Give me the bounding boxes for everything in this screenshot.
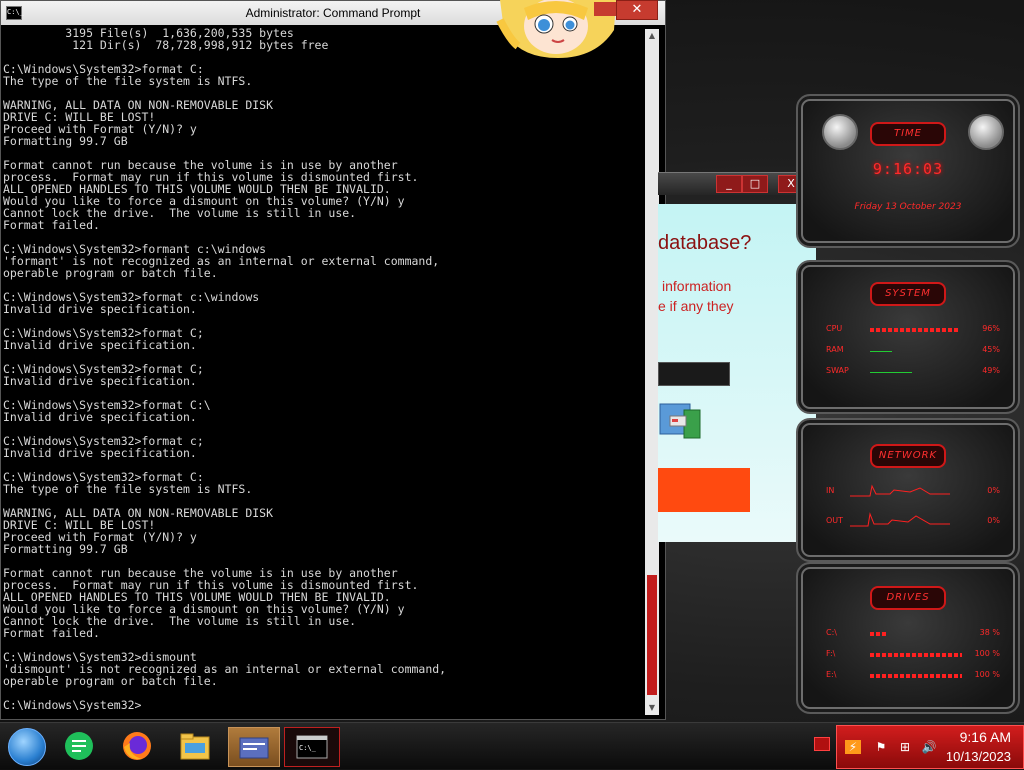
database-icon bbox=[658, 400, 702, 440]
start-button[interactable] bbox=[8, 728, 46, 766]
cmd-output-line: Formatting 99.7 GB bbox=[3, 542, 128, 556]
cmd-output-line: C:\Windows\System32> bbox=[3, 698, 142, 712]
row-value: 49% bbox=[982, 366, 1000, 375]
system-row-ram: RAM 45% bbox=[826, 345, 1000, 357]
row-value: 45% bbox=[982, 345, 1000, 354]
row-label: SWAP bbox=[826, 366, 849, 375]
row-label: E:\ bbox=[826, 670, 837, 679]
background-dialog-titlebar[interactable]: _ □ X bbox=[658, 172, 818, 195]
cmd-output-line: The type of the file system is NTFS. bbox=[3, 74, 253, 88]
cmd-close-button[interactable]: ✕ bbox=[616, 0, 658, 20]
volume-icon[interactable]: 🔊 bbox=[921, 740, 937, 754]
network-widget: NETWORK IN 0% OUT 0% bbox=[796, 418, 1020, 562]
cmd-output-line: operable program or batch file. bbox=[3, 674, 218, 688]
cmd-scrollbar[interactable]: ▲ ▼ bbox=[645, 29, 659, 715]
time-widget: TIME 9:16:03 Friday 13 October 2023 bbox=[796, 94, 1020, 248]
dialog-minimize-button[interactable]: _ bbox=[716, 175, 742, 193]
ram-usage-bar bbox=[870, 351, 892, 352]
row-value: 0% bbox=[987, 486, 1000, 495]
taskbar: C:\_ ⚡ ⚑ ⊞ 🔊 9:16 AM 10/13/2023 bbox=[0, 722, 1024, 769]
dialog-input-field[interactable] bbox=[658, 362, 730, 386]
cmd-output-line: Invalid drive specification. bbox=[3, 338, 197, 352]
row-label: OUT bbox=[826, 516, 844, 525]
drive-row-e: E:\ 100 % bbox=[826, 670, 1000, 682]
action-center-flag-icon[interactable]: ⚑ bbox=[873, 740, 889, 754]
taskbar-clock-time[interactable]: 9:16 AM bbox=[960, 729, 1011, 745]
system-row-cpu: CPU 96% bbox=[826, 324, 1000, 336]
taskbar-firefox-button[interactable] bbox=[118, 727, 156, 765]
folder-icon bbox=[180, 733, 210, 760]
widget-clock: 9:16:03 bbox=[872, 160, 944, 178]
system-row-swap: SWAP 49% bbox=[826, 366, 1000, 378]
cmd-icon: C:\_ bbox=[296, 735, 328, 759]
command-prompt-window[interactable]: C:\_ Administrator: Command Prompt 3195 … bbox=[0, 0, 666, 720]
cmd-output-line: Invalid drive specification. bbox=[3, 374, 197, 388]
network-in-sparkline bbox=[850, 484, 950, 497]
network-out-sparkline bbox=[850, 512, 950, 527]
drive-e-usage-bar bbox=[870, 674, 962, 678]
cmd-output-line: Invalid drive specification. bbox=[3, 410, 197, 424]
cmd-output-line: Format failed. bbox=[3, 218, 100, 232]
row-label: CPU bbox=[826, 324, 843, 333]
scroll-down-arrow-icon[interactable]: ▼ bbox=[645, 701, 659, 715]
network-widget-badge: NETWORK bbox=[870, 444, 946, 468]
taskbar-command-prompt-button[interactable]: C:\_ bbox=[284, 727, 340, 767]
cmd-output-line: Format failed. bbox=[3, 626, 100, 640]
cmd-output-line: operable program or batch file. bbox=[3, 266, 218, 280]
drive-f-usage-bar bbox=[870, 653, 962, 657]
row-value: 38 % bbox=[979, 628, 1000, 637]
dialog-action-button[interactable] bbox=[658, 468, 750, 512]
alien-head-icon bbox=[822, 114, 858, 150]
tray-app-icon[interactable]: ⚡ bbox=[845, 740, 861, 754]
row-value: 100 % bbox=[974, 649, 1000, 658]
time-widget-badge: TIME bbox=[870, 122, 946, 146]
swap-usage-bar bbox=[870, 372, 912, 373]
drives-widget-badge: DRIVES bbox=[870, 586, 946, 610]
system-widget-badge: SYSTEM bbox=[870, 282, 946, 306]
firefox-icon bbox=[123, 732, 151, 760]
cmd-output[interactable]: 3195 File(s) 1,636,200,535 bytes 121 Dir… bbox=[3, 27, 639, 717]
row-label: C:\ bbox=[826, 628, 837, 637]
taskbar-chat-app-button[interactable] bbox=[60, 727, 98, 765]
network-icon[interactable]: ⊞ bbox=[897, 740, 913, 754]
row-value: 96% bbox=[982, 324, 1000, 333]
dialog-heading: database? bbox=[658, 232, 752, 254]
window-app-icon bbox=[239, 737, 269, 759]
anime-character-sticker bbox=[496, 0, 620, 60]
dialog-text-line-2: e if any they bbox=[658, 298, 734, 314]
taskbar-clock-date[interactable]: 10/13/2023 bbox=[946, 749, 1011, 764]
drive-row-c: C:\ 38 % bbox=[826, 628, 1000, 640]
row-label: RAM bbox=[826, 345, 844, 354]
row-value: 100 % bbox=[974, 670, 1000, 679]
widget-date: Friday 13 October 2023 bbox=[854, 202, 962, 212]
dialog-text-line-1: information bbox=[662, 278, 732, 294]
cmd-output-line: Invalid drive specification. bbox=[3, 446, 197, 460]
system-widget: SYSTEM CPU 96% RAM 45% SWAP 49% bbox=[796, 260, 1020, 414]
chat-app-icon bbox=[65, 732, 93, 760]
drives-widget: DRIVES C:\ 38 % F:\ 100 % E:\ 100 % bbox=[796, 562, 1020, 714]
drive-row-f: F:\ 100 % bbox=[826, 649, 1000, 661]
system-tray: ⚡ ⚑ ⊞ 🔊 9:16 AM 10/13/2023 bbox=[836, 725, 1024, 769]
row-label: F:\ bbox=[826, 649, 836, 658]
taskbar-file-explorer-button[interactable] bbox=[176, 727, 214, 765]
cpu-usage-bar bbox=[870, 328, 958, 332]
scroll-thumb[interactable] bbox=[647, 575, 657, 695]
scroll-up-arrow-icon[interactable]: ▲ bbox=[645, 29, 659, 43]
taskbar-app-window-button[interactable] bbox=[228, 727, 280, 767]
cmd-icon-text: C:\_ bbox=[299, 744, 317, 752]
dialog-maximize-button[interactable]: □ bbox=[742, 175, 768, 193]
row-label: IN bbox=[826, 486, 835, 495]
alien-head-icon bbox=[968, 114, 1004, 150]
cmd-output-line: The type of the file system is NTFS. bbox=[3, 482, 253, 496]
background-dialog: database? information e if any they bbox=[658, 204, 816, 542]
drive-c-usage-bar bbox=[870, 632, 887, 636]
cmd-output-line: Invalid drive specification. bbox=[3, 302, 197, 316]
row-value: 0% bbox=[987, 516, 1000, 525]
show-desktop-button[interactable] bbox=[814, 737, 830, 751]
cmd-output-line: Formatting 99.7 GB bbox=[3, 134, 128, 148]
